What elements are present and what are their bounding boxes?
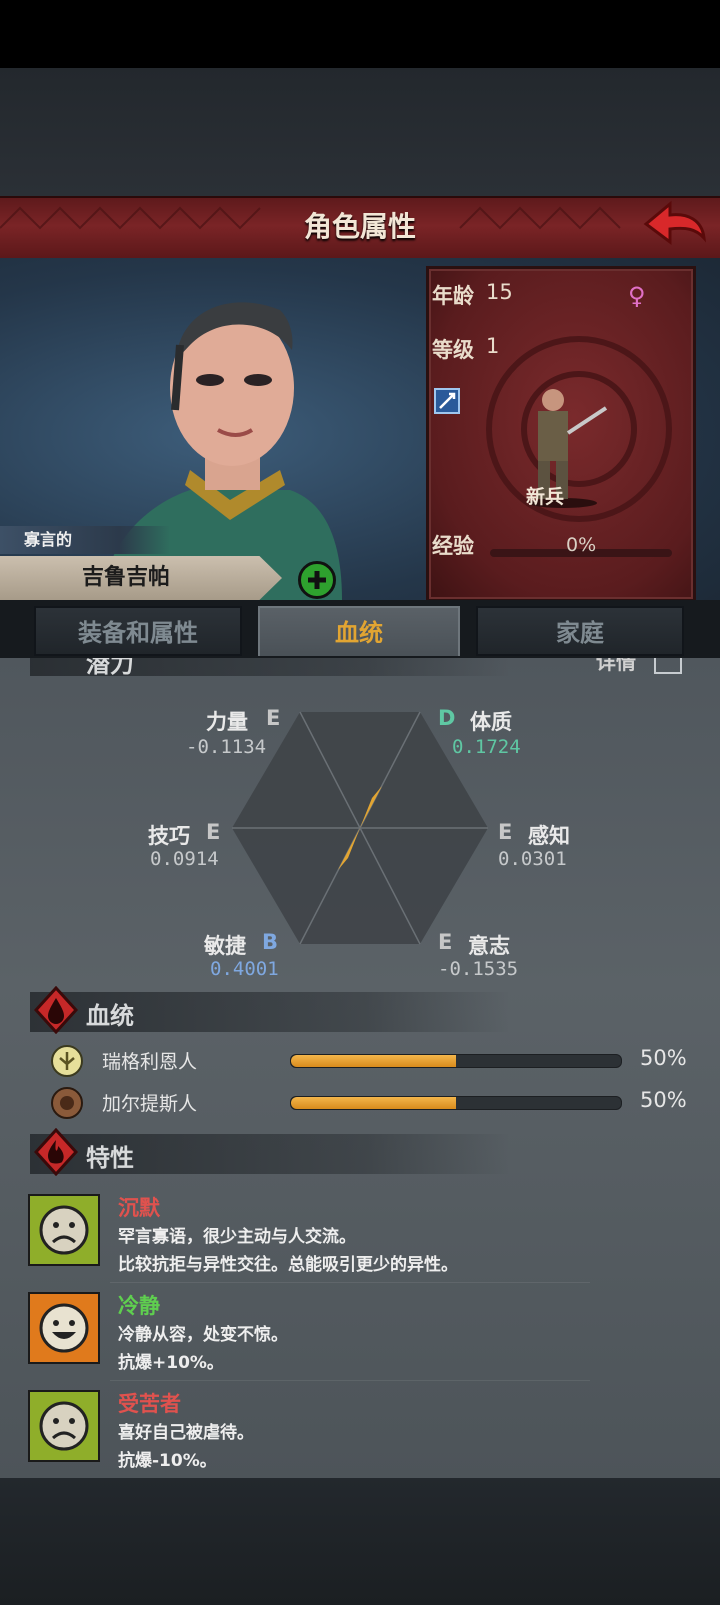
exp-value: 0%: [566, 534, 597, 556]
trait-3-line2: 抗爆-10%。: [118, 1451, 217, 1471]
attr-constitution-value: 0.1724: [452, 736, 521, 758]
status-bar: [0, 0, 720, 68]
attr-agility-name: 敏捷: [204, 934, 246, 958]
exp-label: 经验: [432, 534, 474, 558]
trait-divider: [110, 1282, 590, 1283]
trait-silent-icon: [28, 1194, 100, 1266]
tab-equipment[interactable]: 装备和属性: [34, 606, 242, 656]
level-value: 1: [486, 334, 500, 358]
back-arrow-icon: [643, 200, 707, 245]
bloodline-1-bar: [290, 1054, 622, 1068]
attr-strength-grade: E: [266, 706, 281, 730]
attr-perception-name: 感知: [528, 824, 570, 848]
top-background: [0, 68, 720, 196]
attr-perception-grade: E: [498, 820, 513, 844]
class-name: 新兵: [526, 486, 565, 508]
trait-1-name: 沉默: [118, 1196, 160, 1220]
back-button[interactable]: [640, 198, 710, 254]
attr-strength-value: -0.1134: [186, 736, 267, 758]
female-icon: ♀: [628, 282, 646, 310]
trait-2-line1: 冷静从容，处变不惊。: [118, 1325, 288, 1345]
attr-will-name: 意志: [468, 934, 510, 958]
bloodline-2-percent: 50%: [640, 1088, 687, 1112]
character-epithet: 寡言的: [0, 526, 170, 554]
attr-skill-value: 0.0914: [150, 848, 219, 870]
attr-agility-value: 0.4001: [210, 958, 279, 980]
galtis-emblem-icon: [51, 1087, 83, 1119]
trait-2-line2: 抗爆+10%。: [118, 1353, 224, 1373]
attr-skill-grade: E: [206, 820, 221, 844]
details-checkbox[interactable]: [654, 658, 682, 674]
add-button[interactable]: [298, 561, 336, 599]
level-label: 等级: [432, 338, 474, 362]
trait-divider: [110, 1380, 590, 1381]
trait-3-name: 受苦者: [118, 1392, 181, 1416]
trait-1-line2: 比较抗拒与异性交往。总能吸引更少的异性。: [118, 1255, 458, 1275]
tab-bloodline[interactable]: 血统: [258, 606, 460, 656]
attr-constitution-name: 体质: [470, 710, 512, 734]
age-label: 年龄: [432, 284, 474, 308]
attr-will-value: -0.1535: [438, 958, 519, 980]
trait-2-name: 冷静: [118, 1294, 160, 1318]
attr-perception-value: 0.0301: [498, 848, 567, 870]
trait-masochist-icon: [28, 1390, 100, 1462]
attr-strength-name: 力量: [206, 710, 248, 734]
traits-title: 特性: [86, 1144, 134, 1172]
age-value: 15: [486, 280, 513, 304]
blood-drop-icon: [34, 986, 78, 1034]
details-label[interactable]: 详情: [596, 658, 636, 675]
bottom-background: [0, 1478, 720, 1605]
attr-will-grade: E: [438, 930, 453, 954]
potential-header-clip: 潜力 详情: [0, 658, 720, 678]
potential-title: 潜力: [86, 658, 134, 678]
rigellian-emblem-icon: [51, 1045, 83, 1077]
bloodline-2-bar: [290, 1096, 622, 1110]
trait-calm-icon: [28, 1292, 100, 1364]
trait-3-line1: 喜好自己被虐待。: [118, 1423, 254, 1443]
bloodline-2-bar-fill: [291, 1097, 456, 1109]
attr-agility-grade: B: [262, 930, 279, 954]
plus-icon: [308, 571, 326, 589]
flame-icon: [34, 1128, 78, 1176]
page-title: 角色属性: [303, 210, 416, 243]
trait-1-line1: 罕言寡语，很少主动与人交流。: [118, 1227, 356, 1247]
attr-skill-name: 技巧: [148, 824, 190, 848]
bloodline-1-bar-fill: [291, 1055, 456, 1067]
sword-class-icon: [434, 388, 460, 414]
tab-family[interactable]: 家庭: [476, 606, 684, 656]
attr-constitution-grade: D: [438, 706, 456, 730]
bloodline-1-percent: 50%: [640, 1046, 687, 1070]
bloodline-title: 血统: [86, 1002, 134, 1030]
character-name: 吉鲁吉帕: [0, 556, 282, 600]
bloodline-1-name: 瑞格利恩人: [102, 1051, 198, 1073]
bloodline-2-name: 加尔提斯人: [102, 1093, 198, 1115]
